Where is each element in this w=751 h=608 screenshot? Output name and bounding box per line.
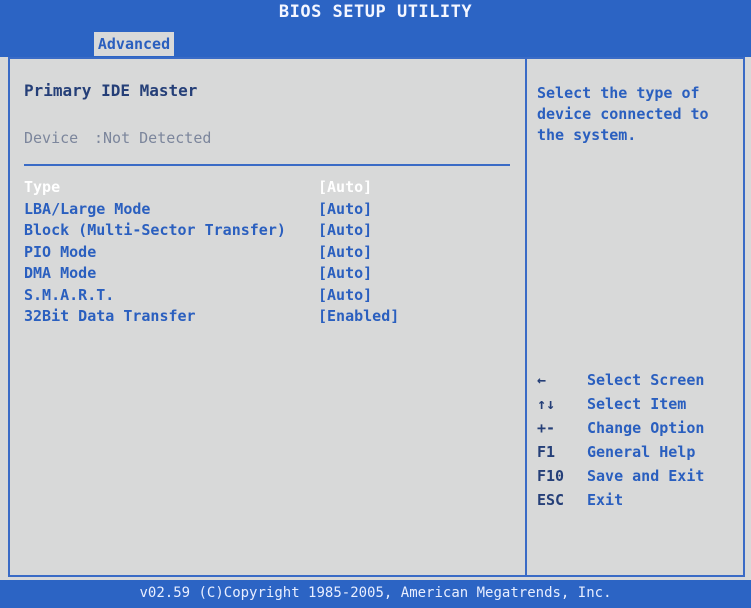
setting-value[interactable]: [Auto] (318, 243, 372, 261)
setting-label: 32Bit Data Transfer (24, 307, 196, 325)
key-item-select-screen: ← Select Screen (537, 371, 737, 395)
f10-key: F10 (537, 467, 565, 485)
setting-lba-large-mode[interactable]: LBA/Large Mode [Auto] (24, 200, 514, 222)
tab-advanced[interactable]: Advanced (94, 32, 174, 56)
left-arrow-icon: ← (537, 371, 547, 389)
esc-key: ESC (537, 491, 565, 509)
setting-label: LBA/Large Mode (24, 199, 151, 218)
title-bar: BIOS SETUP UTILITY Advanced (0, 0, 751, 57)
setting-value[interactable]: [Auto] (318, 221, 372, 239)
key-item-select-item: ↑↓ Select Item (537, 395, 737, 419)
setting-pio-mode[interactable]: PIO Mode [Auto] (24, 243, 514, 265)
setting-type[interactable]: Type [Auto] (24, 178, 514, 200)
key-description: General Help (587, 443, 696, 461)
setting-value[interactable]: [Auto] (318, 286, 372, 304)
setting-value[interactable]: [Auto] (318, 264, 372, 282)
setting-smart[interactable]: S.M.A.R.T. [Auto] (24, 286, 514, 308)
key-item-general-help: F1 General Help (537, 443, 737, 467)
setting-32bit-data-transfer[interactable]: 32Bit Data Transfer [Enabled] (24, 307, 514, 329)
up-down-arrow-icon: ↑↓ (537, 395, 556, 413)
setting-dma-mode[interactable]: DMA Mode [Auto] (24, 264, 514, 286)
key-description: Save and Exit (587, 467, 705, 485)
key-description: Select Screen (587, 371, 705, 389)
section-title: Primary IDE Master (24, 81, 198, 100)
key-item-change-option: +- Change Option (537, 419, 737, 443)
device-value: :Not Detected (94, 129, 212, 147)
key-legend: ← Select Screen ↑↓ Select Item +- Change… (537, 371, 737, 515)
setting-label: PIO Mode (24, 242, 97, 261)
device-info: Device :Not Detected (24, 129, 211, 147)
key-description: Change Option (587, 419, 705, 437)
setting-block-transfer[interactable]: Block (Multi-Sector Transfer) [Auto] (24, 221, 514, 243)
help-text: Select the type of device connected to t… (537, 84, 709, 144)
setting-label: S.M.A.R.T. (24, 285, 115, 304)
bios-title: BIOS SETUP UTILITY (278, 2, 473, 22)
vertical-divider (525, 59, 527, 575)
main-frame: Primary IDE Master Device :Not Detected T… (8, 57, 745, 577)
setting-label: DMA Mode (24, 264, 97, 282)
setting-value[interactable]: [Enabled] (318, 307, 399, 325)
settings-list: Type [Auto] LBA/Large Mode [Auto] Block … (24, 178, 514, 329)
copyright-text: v02.59 (C)Copyright 1985-2005, American … (139, 585, 612, 601)
key-item-save-exit: F10 Save and Exit (537, 467, 737, 491)
key-item-exit: ESC Exit (537, 491, 737, 515)
plus-minus-key: +- (537, 419, 556, 437)
key-description: Exit (587, 491, 624, 509)
f1-key: F1 (537, 443, 556, 461)
key-description: Select Item (587, 395, 687, 413)
setting-value[interactable]: [Auto] (318, 178, 372, 196)
setting-label: Type (24, 178, 61, 196)
footer-bar: v02.59 (C)Copyright 1985-2005, American … (0, 580, 751, 608)
setting-label: Block (Multi-Sector Transfer) (24, 221, 286, 239)
horizontal-divider (24, 164, 510, 166)
device-label: Device (24, 129, 79, 147)
setting-value[interactable]: [Auto] (318, 200, 372, 218)
